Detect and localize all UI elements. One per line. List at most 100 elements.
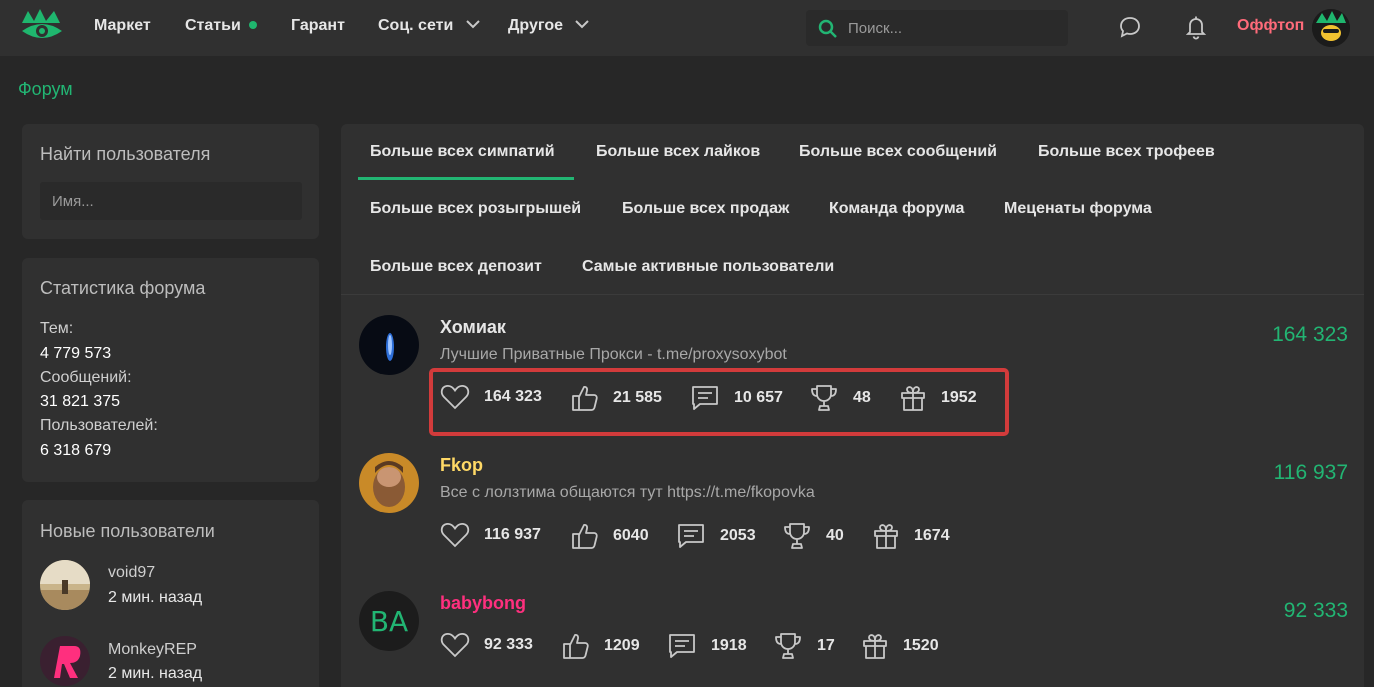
- nav-guarantee[interactable]: Гарант: [291, 17, 345, 35]
- message-icon: [678, 524, 704, 548]
- avatar[interactable]: [359, 453, 419, 513]
- divider: [341, 294, 1364, 295]
- find-user-title: Найти пользователя: [40, 144, 211, 164]
- member-name[interactable]: Fkop: [440, 455, 483, 476]
- avatar[interactable]: [40, 636, 90, 686]
- likes-stat: 6040: [571, 522, 649, 550]
- chat-bubble-icon[interactable]: [1118, 15, 1142, 39]
- tab-most-messages[interactable]: Больше всех сообщений: [799, 143, 997, 161]
- gifts-stat: 1520: [861, 632, 939, 660]
- trophy-icon: [784, 523, 810, 549]
- sympathies-stat: 116 937: [440, 522, 541, 548]
- members-panel: Больше всех симпатий Больше всех лайков …: [341, 124, 1364, 687]
- thumbs-up-icon: [572, 524, 598, 549]
- trophies-stat: 17: [773, 632, 835, 660]
- chevron-down-icon: [575, 20, 590, 29]
- gift-icon: [901, 386, 925, 411]
- member-score: 164 323: [1272, 323, 1348, 346]
- active-tab-indicator: [358, 177, 574, 180]
- avatar[interactable]: [359, 315, 419, 375]
- stat-label-messages: Сообщений:: [40, 369, 132, 386]
- sympathies-stat: 164 323: [440, 384, 542, 410]
- tab-most-sympathies[interactable]: Больше всех симпатий: [370, 143, 555, 161]
- new-user-time: 2 мин. назад: [108, 589, 203, 606]
- nav-market[interactable]: Маркет: [94, 17, 151, 35]
- tab-most-trophies[interactable]: Больше всех трофеев: [1038, 143, 1215, 161]
- search-icon: [818, 19, 837, 38]
- likes-stat: 21 585: [571, 384, 662, 412]
- trophies-stat: 40: [782, 522, 844, 550]
- new-users-block: Новые пользователи void97 2 мин. назад M…: [22, 500, 319, 687]
- bell-icon[interactable]: [1184, 15, 1208, 41]
- tab-most-sales[interactable]: Больше всех продаж: [622, 200, 789, 218]
- forum-stats-title: Статистика форума: [40, 278, 206, 298]
- messages-count: 1918: [711, 637, 747, 654]
- user-avatar[interactable]: [1312, 9, 1350, 47]
- tab-most-likes[interactable]: Больше всех лайков: [596, 143, 760, 161]
- logo-icon[interactable]: [20, 9, 64, 47]
- trophies-count: 17: [817, 637, 835, 654]
- search-input[interactable]: [848, 10, 1058, 46]
- member-name[interactable]: babybong: [440, 593, 526, 614]
- gift-icon: [874, 524, 898, 549]
- gift-icon: [863, 634, 887, 659]
- gifts-stat: 1674: [872, 522, 950, 550]
- messages-stat: 10 657: [690, 384, 783, 412]
- message-icon: [692, 386, 718, 410]
- member-title: Лучшие Приватные Прокси - t.me/proxysoxy…: [440, 346, 787, 363]
- new-user-name[interactable]: void97: [108, 564, 155, 582]
- gifts-count: 1674: [914, 527, 950, 544]
- stat-value-threads: 4 779 573: [40, 345, 112, 362]
- avatar-initials: BA: [369, 604, 409, 638]
- tab-most-active[interactable]: Самые активные пользователи: [582, 258, 834, 276]
- member-name[interactable]: Хомиак: [440, 317, 506, 338]
- thumbs-up-icon: [563, 634, 589, 659]
- likes-count: 1209: [604, 637, 640, 654]
- gifts-count: 1520: [903, 637, 939, 654]
- nav-social[interactable]: Соц. сети: [378, 17, 480, 35]
- tab-most-deposit[interactable]: Больше всех депозит: [370, 258, 542, 276]
- heart-icon: [440, 384, 470, 410]
- messages-stat: 2053: [676, 522, 756, 550]
- avatar[interactable]: [40, 560, 90, 610]
- search-box: [806, 10, 1068, 46]
- heart-icon: [440, 632, 470, 658]
- stat-value-users: 6 318 679: [40, 442, 112, 459]
- tab-forum-team[interactable]: Команда форума: [829, 200, 964, 218]
- stat-label-users: Пользователей:: [40, 417, 158, 434]
- forum-stats-block: Статистика форума Тем: 4 779 573 Сообщен…: [22, 258, 319, 482]
- trophies-stat: 48: [809, 384, 871, 412]
- new-users-title: Новые пользователи: [40, 521, 215, 541]
- thumbs-up-icon: [572, 386, 598, 411]
- trophies-count: 48: [853, 389, 871, 406]
- member-score: 116 937: [1273, 461, 1348, 484]
- breadcrumb[interactable]: Форум: [18, 79, 73, 100]
- stat-value-messages: 31 821 375: [40, 393, 121, 410]
- heart-icon: [440, 522, 470, 548]
- find-user-block: Найти пользователя: [22, 124, 319, 239]
- member-score: 92 333: [1283, 599, 1348, 622]
- new-user-time: 2 мин. назад: [108, 665, 203, 682]
- nav-articles[interactable]: Статьи: [185, 17, 257, 35]
- nav-other[interactable]: Другое: [508, 17, 590, 35]
- sympathies-stat: 92 333: [440, 632, 533, 658]
- message-icon: [669, 634, 695, 658]
- gifts-stat: 1952: [899, 384, 977, 412]
- offtop-link[interactable]: Оффтоп: [1237, 17, 1304, 35]
- new-user-name[interactable]: MonkeyREP: [108, 641, 197, 659]
- new-indicator-dot: [248, 20, 257, 29]
- trophy-icon: [775, 633, 801, 659]
- stat-label-threads: Тем:: [40, 320, 74, 337]
- messages-count: 10 657: [734, 389, 783, 406]
- trophies-count: 40: [826, 527, 844, 544]
- likes-count: 6040: [613, 527, 649, 544]
- avatar[interactable]: BA: [359, 591, 419, 651]
- tab-most-giveaways[interactable]: Больше всех розыгрышей: [370, 200, 581, 218]
- top-navigation-bar: Маркет Статьи Гарант Соц. сети Другое Оф…: [0, 0, 1374, 56]
- tab-patrons[interactable]: Меценаты форума: [1004, 200, 1152, 218]
- username-search-input[interactable]: [40, 182, 302, 220]
- member-title: Все с лолзтима общаются тут https://t.me…: [440, 484, 815, 501]
- chevron-down-icon: [466, 20, 480, 29]
- sympathies-count: 116 937: [484, 526, 541, 543]
- likes-count: 21 585: [613, 389, 662, 406]
